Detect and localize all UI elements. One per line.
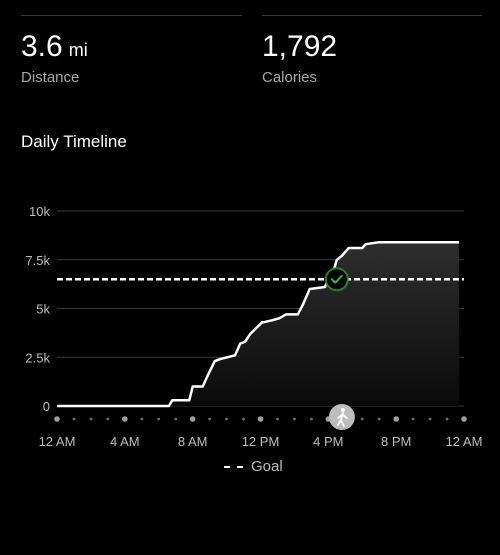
timeline-minor-dot <box>89 417 93 421</box>
goal-reached-check-icon <box>324 267 349 292</box>
timeline-minor-dot <box>242 417 245 421</box>
y-tick-label: 10k <box>29 204 50 219</box>
distance-number: 3.6 <box>21 30 63 63</box>
x-tick-label: 4 AM <box>110 434 140 449</box>
timeline-minor-dot <box>276 417 279 421</box>
x-tick-label: 8 AM <box>178 434 208 449</box>
divider <box>21 15 242 16</box>
timeline-major-dot <box>461 416 467 422</box>
x-tick-label: 4 PM <box>313 434 343 449</box>
timeline-minor-dot <box>309 417 313 421</box>
timeline-minor-dot <box>140 417 144 421</box>
timeline-minor-dot <box>157 417 161 421</box>
distance-unit: mi <box>68 40 88 60</box>
y-tick-label: 0 <box>43 399 50 414</box>
distance-value: 3.6 mi <box>21 30 88 64</box>
timeline-minor-dot <box>174 417 178 421</box>
x-tick-label: 12 AM <box>39 434 76 449</box>
timeline-minor-dot <box>106 417 110 421</box>
timeline-minor-dot <box>411 417 415 421</box>
daily-timeline-chart[interactable]: 10k 7.5k 5k 2.5k 0 12 AM 4 AM 8 AM 12 PM 4 PM 8 PM… <box>0 190 500 452</box>
timeline-minor-dot <box>225 417 228 421</box>
timeline-major-dot <box>122 416 128 422</box>
calories-number: 1,792 <box>262 30 338 63</box>
y-tick-label: 2.5k <box>25 350 50 365</box>
x-tick-label: 12 AM <box>446 434 483 449</box>
timeline-minor-dot <box>428 417 432 421</box>
distance-label: Distance <box>21 69 80 86</box>
calories-value: 1,792 <box>262 30 337 64</box>
x-tick-label: 12 PM <box>242 434 280 449</box>
timeline-minor-dot <box>208 417 212 421</box>
timeline-minor-dot <box>360 417 364 421</box>
section-title: Daily Timeline <box>21 132 127 151</box>
timeline-major-dot <box>189 416 196 422</box>
timeline-major-dot <box>257 416 264 422</box>
goal-legend-swatch <box>224 465 243 468</box>
divider <box>262 15 482 16</box>
y-tick-label: 5k <box>36 302 50 317</box>
timeline-major-dot <box>54 416 60 422</box>
steps-area <box>57 242 459 406</box>
timeline-minor-dot <box>377 417 381 421</box>
timeline-minor-dot <box>72 417 76 421</box>
goal-legend-label: Goal <box>251 458 283 475</box>
chart-legend: Goal <box>224 458 283 475</box>
walking-person-icon[interactable] <box>328 404 355 430</box>
timeline-minor-dot <box>293 417 296 421</box>
calories-label: Calories <box>262 69 318 86</box>
y-tick-label: 7.5k <box>25 253 50 268</box>
timeline-minor-dot <box>445 417 449 421</box>
timeline-major-dot <box>393 416 399 422</box>
x-tick-label: 8 PM <box>381 434 411 449</box>
